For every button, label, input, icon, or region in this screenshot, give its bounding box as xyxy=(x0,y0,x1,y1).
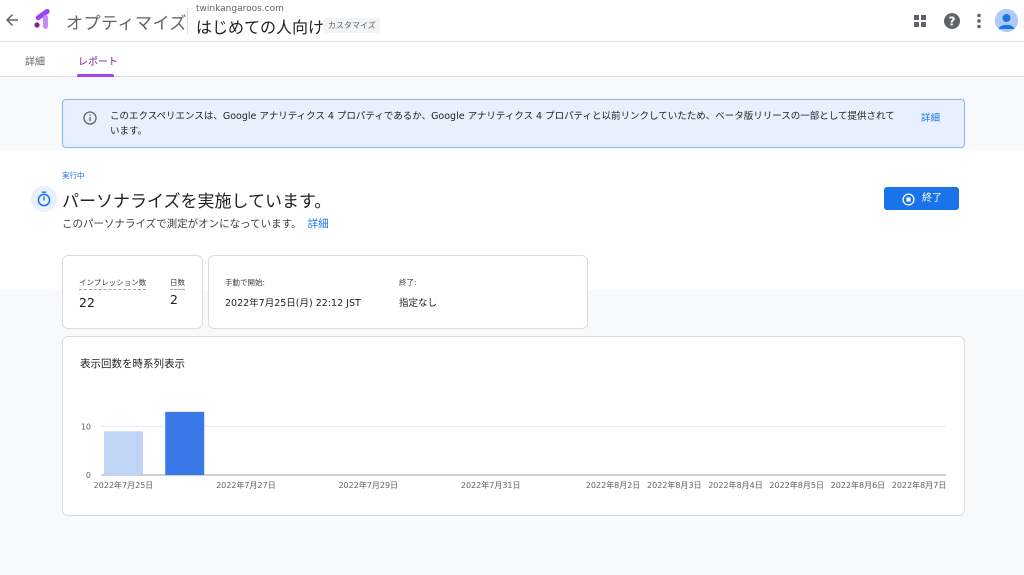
stop-icon xyxy=(902,192,915,206)
experience-name: はじめての人向け xyxy=(196,18,325,37)
optimize-logo-icon xyxy=(32,8,54,31)
impressions-value: 22 xyxy=(79,295,95,310)
chart-bar xyxy=(104,431,143,475)
end-label: 終了: xyxy=(399,278,417,287)
x-tick-label: 2022年7月31日 xyxy=(461,480,521,490)
end-experience-button[interactable]: 終了 xyxy=(884,187,959,210)
timer-icon-container xyxy=(31,186,57,212)
impressions-timeseries-card: 表示回数を時系列表示 0 10 2022年7月25日 2022年7月27日 2022年7… xyxy=(62,336,965,516)
start-label: 手動で開始: xyxy=(225,278,266,287)
y-tick-label: 0 xyxy=(86,471,91,480)
experience-type-badge: カスタマイズ xyxy=(324,18,380,33)
x-tick-label: 2022年8月6日 xyxy=(831,480,886,490)
x-tick-label: 2022年7月27日 xyxy=(216,480,276,490)
chart-bar xyxy=(165,411,205,475)
x-tick-label: 2022年7月29日 xyxy=(338,480,398,490)
more-vert-icon[interactable] xyxy=(969,11,989,31)
impressions-label[interactable]: インプレッション数 xyxy=(79,277,147,290)
end-value: 指定なし xyxy=(399,298,438,309)
arrow-back-icon[interactable] xyxy=(3,11,21,29)
top-app-bar: オプティマイズ twinkangaroos.com はじめての人向け カスタマイ… xyxy=(0,0,1024,42)
x-tick-label: 2022年8月2日 xyxy=(586,480,641,490)
status-learn-more-link[interactable]: 詳細 xyxy=(308,218,329,230)
svg-text:?: ? xyxy=(949,15,956,29)
help-icon[interactable]: ? xyxy=(942,11,962,31)
active-tab-indicator xyxy=(77,74,114,77)
header-divider xyxy=(187,8,188,34)
impressions-bar-chart: 0 10 2022年7月25日 2022年7月27日 2022年7月29日 2022年7月… xyxy=(81,411,947,490)
status-title: パーソナライズを実施しています。 xyxy=(62,192,332,212)
x-tick-label: 2022年8月4日 xyxy=(708,480,763,490)
info-icon xyxy=(83,110,97,125)
account-avatar-icon[interactable] xyxy=(995,9,1018,32)
x-tick-label: 2022年8月5日 xyxy=(769,480,824,490)
days-value: 2 xyxy=(170,292,178,307)
start-value: 2022年7月25日(月) 22:12 JST xyxy=(225,298,361,309)
x-tick-label: 2022年7月25日 xyxy=(94,480,154,490)
apps-grid-icon[interactable] xyxy=(910,11,930,31)
timer-icon xyxy=(36,191,52,207)
days-label[interactable]: 日数 xyxy=(170,277,185,290)
banner-message: このエクスペリエンスは、Google アナリティクス 4 プロパティであるか、G… xyxy=(110,111,895,137)
x-tick-label: 2022年8月7日 xyxy=(892,480,947,490)
status-subtitle-text: このパーソナライズで測定がオンになっています。 xyxy=(62,218,302,230)
status-subtitle: このパーソナライズで測定がオンになっています。 詳細 xyxy=(62,216,329,231)
schedule-card: 手動で開始: 2022年7月25日(月) 22:12 JST 終了: 指定なし xyxy=(208,255,588,329)
banner-learn-more-link[interactable]: 詳細 xyxy=(921,110,940,124)
x-tick-label: 2022年8月3日 xyxy=(647,480,702,490)
tab-report[interactable]: レポート xyxy=(78,53,118,68)
impressions-card: インプレッション数 22 日数 2 xyxy=(62,255,203,329)
end-button-label: 終了 xyxy=(922,193,942,204)
tab-details[interactable]: 詳細 xyxy=(25,53,45,68)
status-label: 実行中 xyxy=(62,171,85,180)
container-domain: twinkangaroos.com xyxy=(196,4,284,14)
ga4-info-banner: このエクスペリエンスは、Google アナリティクス 4 プロパティであるか、G… xyxy=(62,99,965,148)
product-name: オプティマイズ xyxy=(66,14,187,34)
tab-bar: 詳細 レポート xyxy=(0,42,1024,77)
y-tick-label: 10 xyxy=(81,422,91,431)
